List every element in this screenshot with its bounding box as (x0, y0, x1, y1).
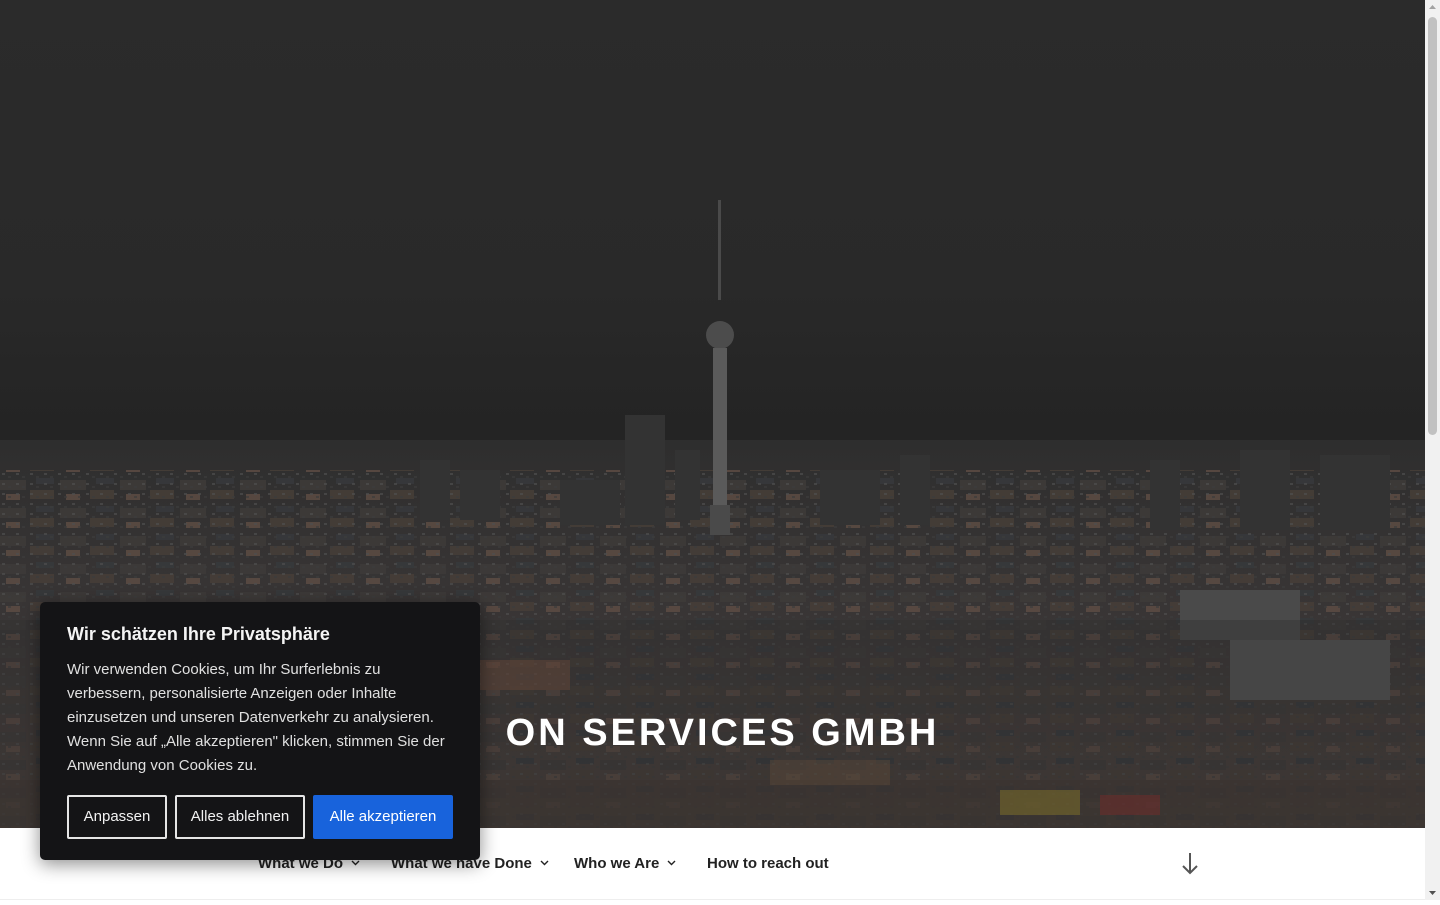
scrollbar-thumb[interactable] (1428, 17, 1437, 435)
nav-item-label: Who we Are (574, 855, 660, 872)
chevron-down-icon (540, 826, 549, 898)
accept-all-button[interactable]: Alle akzeptieren (313, 795, 453, 839)
scroll-down-arrow-icon[interactable] (1425, 885, 1440, 900)
reject-all-button[interactable]: Alles ablehnen (175, 795, 305, 839)
nav-item-who-we-are[interactable]: Who we Are (574, 828, 676, 900)
nav-item-label: How to reach out (707, 855, 829, 872)
scroll-down-button[interactable] (1178, 850, 1202, 878)
page: ON SERVICES GMBH What we Do What we have… (0, 0, 1425, 900)
chevron-down-icon (667, 826, 676, 898)
page-scrollbar[interactable] (1425, 0, 1440, 900)
cookie-banner-text: Wir verwenden Cookies, um Ihr Surferlebn… (67, 661, 445, 774)
scroll-up-arrow-icon[interactable] (1425, 0, 1440, 15)
nav-item-how-to-reach-out[interactable]: How to reach out (707, 828, 829, 900)
cookie-consent-banner: Wir schätzen Ihre Privatsphäre Wir verwe… (40, 602, 480, 860)
customize-button[interactable]: Anpassen (67, 795, 167, 839)
cookie-banner-title: Wir schätzen Ihre Privatsphäre (67, 624, 330, 644)
arrow-down-icon (1182, 853, 1198, 875)
